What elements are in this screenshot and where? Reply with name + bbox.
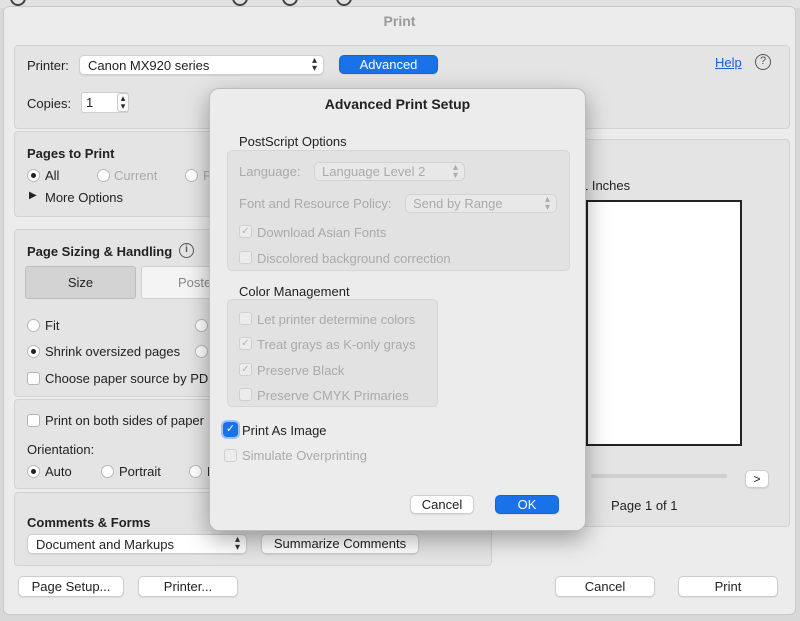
font-policy-label: Font and Resource Policy:: [239, 196, 392, 211]
printer-button[interactable]: Printer...: [138, 576, 238, 597]
preserve-black-label: Preserve Black: [257, 363, 345, 378]
orientation-portrait-label: Portrait: [119, 464, 161, 479]
more-options-toggle[interactable]: More Options: [45, 190, 123, 205]
fit-radio[interactable]: [27, 319, 40, 332]
orientation-auto-radio[interactable]: [27, 465, 40, 478]
dialog-cancel-button[interactable]: Cancel: [410, 495, 474, 514]
pages-range-radio[interactable]: [185, 169, 198, 182]
orientation-label: Orientation:: [27, 442, 95, 457]
treat-grays-label: Treat grays as K-only grays: [257, 337, 416, 352]
next-page-button[interactable]: >: [745, 470, 769, 488]
print-as-image-checkbox[interactable]: ✓: [223, 422, 238, 437]
window-title: Print: [383, 13, 416, 29]
pages-all-radio[interactable]: [27, 169, 40, 182]
preview-size-label: 1 Inches: [581, 178, 631, 193]
sizing-heading: Page Sizing & Handling: [27, 244, 173, 259]
orientation-landscape-radio[interactable]: [189, 465, 202, 478]
comments-select-value: Document and Markups: [36, 537, 175, 552]
pages-heading: Pages to Print: [27, 146, 115, 161]
postscript-heading: PostScript Options: [239, 134, 347, 149]
language-label: Language:: [239, 164, 301, 179]
help-link[interactable]: Help: [715, 55, 742, 70]
preview-scrollbar[interactable]: [591, 474, 727, 478]
preserve-cmyk-label: Preserve CMYK Primaries: [257, 388, 409, 403]
info-icon[interactable]: i: [179, 243, 194, 258]
copies-value: 1: [86, 95, 94, 110]
shrink-radio[interactable]: [27, 345, 40, 358]
printer-select[interactable]: Canon MX920 series ▴ ▾: [79, 55, 324, 75]
tab-size[interactable]: Size: [25, 266, 136, 299]
print-button[interactable]: Print: [678, 576, 778, 597]
pages-all-label: All: [45, 168, 60, 183]
fit-label: Fit: [45, 318, 60, 333]
help-icon[interactable]: ?: [755, 54, 771, 70]
orientation-portrait-radio[interactable]: [101, 465, 114, 478]
orientation-auto-label: Auto: [45, 464, 72, 479]
updown-chevron-icon: ▴ ▾: [311, 55, 317, 74]
font-policy-select-value: Send by Range: [413, 196, 503, 211]
both-sides-label: Print on both sides of paper: [45, 413, 204, 428]
shrink-label: Shrink oversized pages: [45, 344, 181, 359]
language-select[interactable]: Language Level 2 ▴ ▾: [314, 162, 465, 181]
copies-label: Copies:: [27, 96, 72, 111]
color-management-group: Let printer determine colors ✓ Treat gra…: [227, 299, 438, 407]
advanced-print-setup-dialog: Advanced Print Setup PostScript Options …: [209, 88, 586, 531]
printer-select-value: Canon MX920 series: [88, 58, 210, 73]
choose-source-checkbox[interactable]: [27, 372, 40, 385]
cancel-button[interactable]: Cancel: [555, 576, 655, 597]
print-as-image-label: Print As Image: [242, 423, 327, 438]
language-select-value: Language Level 2: [322, 164, 426, 179]
preserve-black-checkbox[interactable]: ✓: [239, 363, 252, 376]
updown-chevron-icon: ▴ ▾: [544, 194, 550, 213]
printer-label: Printer:: [27, 58, 69, 73]
let-printer-checkbox[interactable]: [239, 312, 252, 325]
comments-heading: Comments & Forms: [27, 515, 151, 530]
summarize-comments-button[interactable]: Summarize Comments: [261, 534, 419, 554]
updown-chevron-icon: ▴ ▾: [452, 162, 458, 181]
choose-source-label: Choose paper source by PDF: [45, 371, 217, 386]
actual-size-radio[interactable]: [195, 319, 208, 332]
both-sides-checkbox[interactable]: [27, 414, 40, 427]
discolored-bg-checkbox[interactable]: [239, 251, 252, 264]
simulate-overprinting-checkbox[interactable]: [224, 449, 237, 462]
custom-scale-radio[interactable]: [195, 345, 208, 358]
page-indicator: Page 1 of 1: [611, 498, 678, 513]
font-policy-select[interactable]: Send by Range ▴ ▾: [405, 194, 557, 213]
treat-grays-checkbox[interactable]: ✓: [239, 337, 252, 350]
download-asian-fonts-checkbox[interactable]: ✓: [239, 225, 252, 238]
pages-current-radio[interactable]: [97, 169, 110, 182]
pages-current-label: Current: [114, 168, 158, 183]
postscript-group: Language: Language Level 2 ▴ ▾ Font and R…: [227, 150, 570, 271]
dialog-title: Advanced Print Setup: [324, 96, 471, 112]
dialog-ok-button[interactable]: OK: [495, 495, 559, 514]
disclosure-triangle-icon[interactable]: ▶: [29, 190, 37, 201]
advanced-button[interactable]: Advanced: [339, 55, 438, 74]
comments-select[interactable]: Document and Markups ▴ ▾: [27, 534, 247, 554]
simulate-overprinting-label: Simulate Overprinting: [242, 448, 367, 463]
let-printer-label: Let printer determine colors: [257, 312, 416, 327]
page-setup-button[interactable]: Page Setup...: [18, 576, 124, 597]
updown-chevron-icon: ▴ ▾: [234, 534, 240, 553]
discolored-bg-label: Discolored background correction: [257, 251, 451, 266]
page-preview: [586, 200, 742, 446]
copies-stepper[interactable]: ▴ ▾: [117, 93, 129, 112]
preserve-cmyk-checkbox[interactable]: [239, 388, 252, 401]
download-asian-fonts-label: Download Asian Fonts: [257, 225, 387, 240]
color-management-heading: Color Management: [239, 284, 350, 299]
